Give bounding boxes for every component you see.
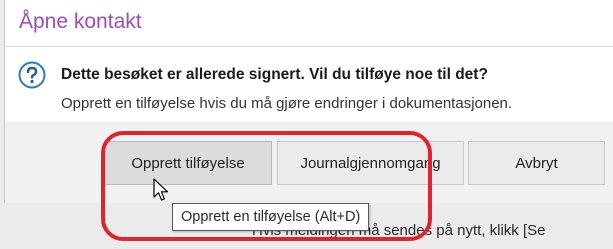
- dialog-submessage: Opprett en tilføyelse hvis du må gjøre e…: [61, 95, 513, 112]
- dialog-title: Åpne kontakt: [19, 10, 142, 33]
- red-highlight-annotation: [101, 131, 432, 241]
- question-mark-icon: [18, 61, 46, 89]
- title-divider: [5, 46, 613, 47]
- dialog-message: Dette besøket er allerede signert. Vil d…: [61, 66, 488, 83]
- screen: Hvis meldingen må sendes på nytt, klikk …: [0, 0, 613, 249]
- cancel-button[interactable]: Avbryt: [468, 141, 605, 185]
- arrow-pointer-icon: [153, 178, 169, 201]
